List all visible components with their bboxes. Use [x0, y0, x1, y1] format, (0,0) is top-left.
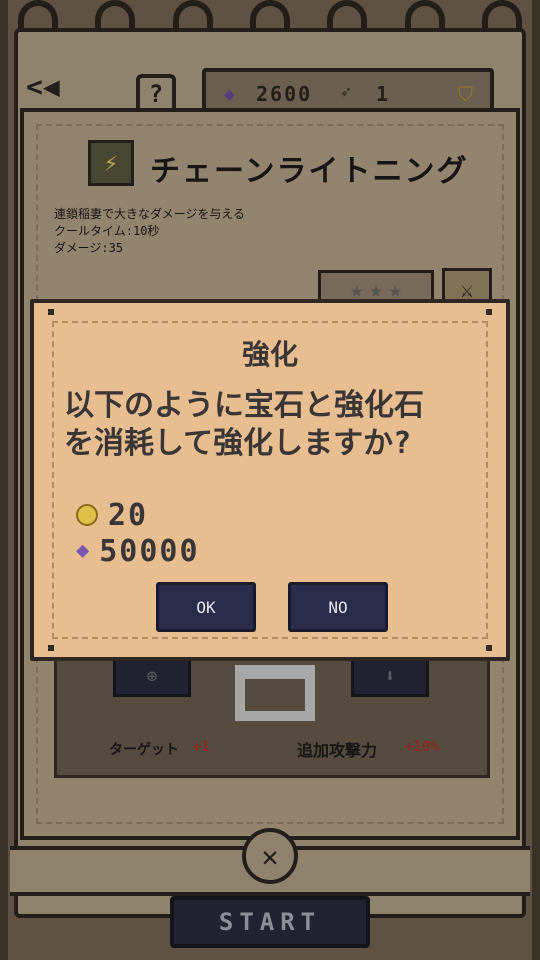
- no-button[interactable]: NO: [288, 582, 388, 632]
- no-label: NO: [328, 597, 348, 617]
- dialog-message: 以下のように宝石と強化石 を消耗して強化しますか?: [64, 387, 484, 463]
- cost-gem-row: ◆ 50000: [76, 533, 200, 569]
- dialog-corner: [486, 645, 492, 651]
- gold-coin-icon: [76, 504, 98, 526]
- ok-label: OK: [196, 597, 216, 617]
- cost-gem-value: 50000: [99, 533, 200, 569]
- upgrade-confirm-dialog: 強化 以下のように宝石と強化石 を消耗して強化しますか? 20 ◆ 50000 …: [30, 299, 510, 661]
- dialog-message-line: を消耗して強化しますか?: [64, 426, 412, 461]
- purple-gem-icon: ◆: [76, 538, 90, 563]
- dialog-message-line: 以下のように宝石と強化石: [64, 388, 424, 423]
- dialog-title: 強化: [241, 338, 298, 371]
- cost-coin-row: 20: [76, 497, 149, 533]
- dialog-corner: [48, 309, 54, 315]
- ok-button[interactable]: OK: [156, 582, 256, 632]
- cost-coin-value: 20: [108, 497, 149, 533]
- dialog-corner: [48, 645, 54, 651]
- dialog-corner: [486, 309, 492, 315]
